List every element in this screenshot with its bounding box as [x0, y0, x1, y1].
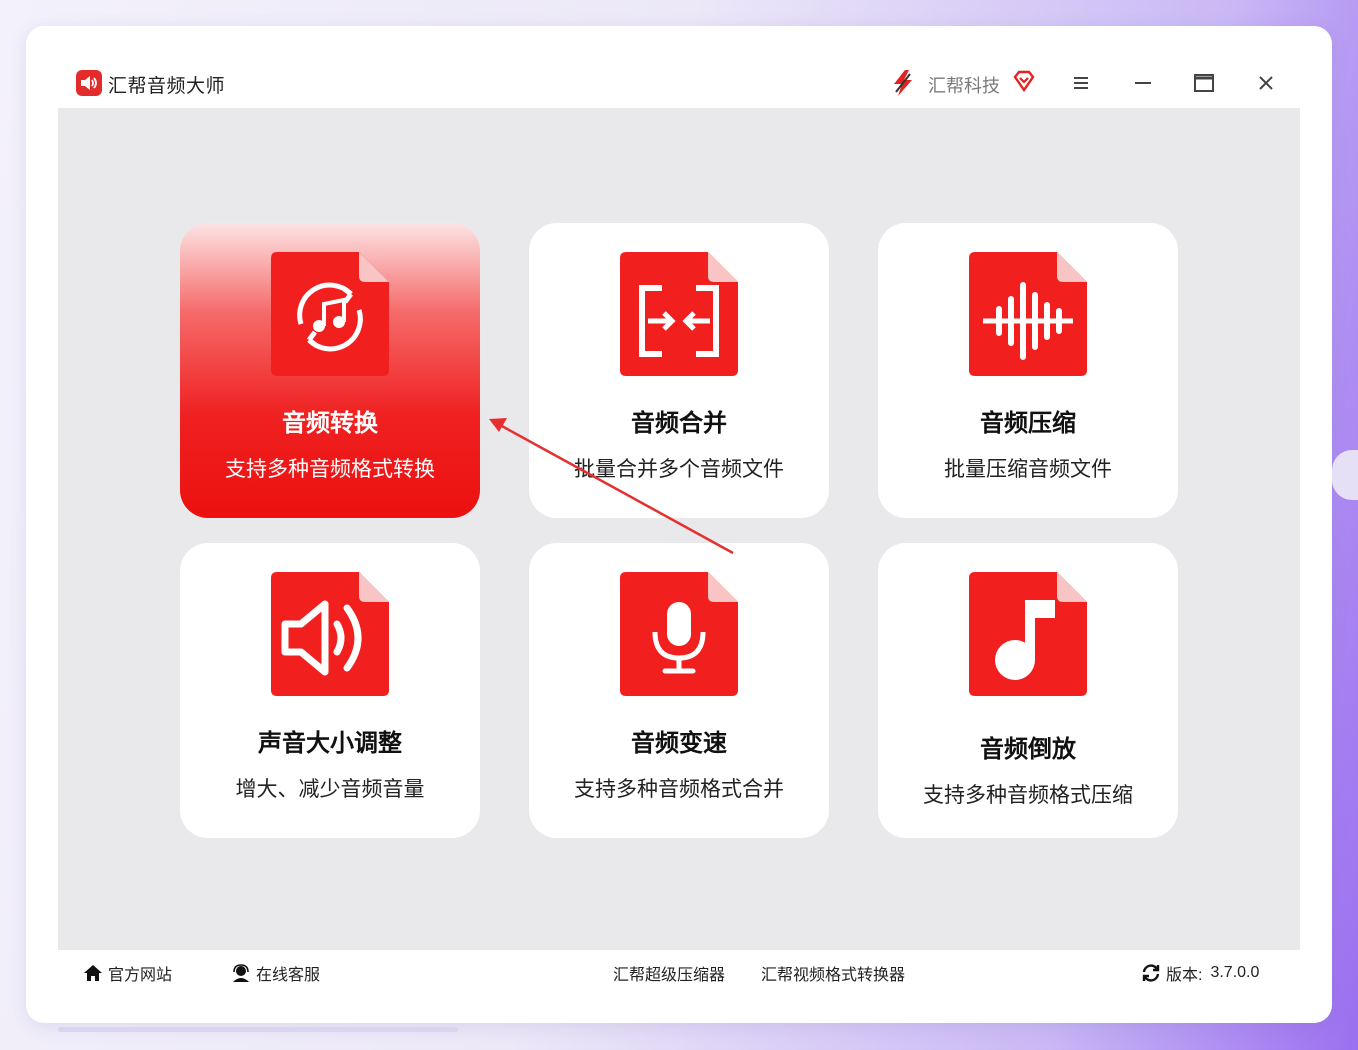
customer-service-icon — [233, 964, 249, 982]
tool-description: 增大、减少音频音量 — [235, 778, 425, 801]
tool-title: 音频倒放 — [980, 736, 1076, 763]
home-icon — [84, 965, 102, 981]
tool-card-audio-speed[interactable]: 音频变速 支持多种音频格式合并 — [529, 543, 829, 838]
audio-merge-icon — [620, 252, 738, 376]
title-bar: 汇帮音频大师 汇帮科技 — [58, 58, 1300, 108]
tool-card-volume-adjust[interactable]: 声音大小调整 增大、减少音频音量 — [180, 543, 480, 838]
tool-description: 支持多种音频格式转换 — [225, 458, 435, 481]
brand-name: 汇帮科技 — [928, 76, 1000, 96]
tool-description: 批量合并多个音频文件 — [574, 458, 784, 481]
music-note-icon — [969, 572, 1087, 696]
official-website-label: 官方网站 — [108, 967, 173, 984]
tool-title: 音频转换 — [282, 410, 378, 437]
app-title: 汇帮音频大师 — [108, 76, 226, 97]
video-converter-label: 汇帮视频格式转换器 — [761, 967, 906, 984]
diamond-vip-icon[interactable] — [1012, 69, 1036, 93]
volume-adjust-icon — [271, 572, 389, 696]
tool-card-audio-reverse[interactable]: 音频倒放 支持多种音频格式压缩 — [878, 543, 1178, 838]
version-label: 版本: — [1166, 967, 1203, 984]
tool-description: 支持多种音频格式合并 — [574, 778, 784, 801]
super-compressor-label: 汇帮超级压缩器 — [613, 967, 726, 984]
audio-convert-icon — [271, 252, 389, 376]
tool-grid-area: 音频转换 支持多种音频格式转换 音频合并 批量合并多个音频文件 音频压缩 批量压… — [58, 108, 1300, 950]
tool-title: 音频压缩 — [980, 410, 1076, 437]
super-compressor-link[interactable]: 汇帮超级压缩器 — [613, 961, 725, 985]
maximize-icon[interactable] — [1191, 70, 1217, 96]
minimize-icon[interactable] — [1130, 70, 1156, 96]
version-info[interactable]: 版本: 3.7.0.0 — [1140, 961, 1259, 985]
tool-description: 批量压缩音频文件 — [944, 458, 1112, 481]
audio-compress-icon — [969, 252, 1087, 376]
taskbar-scroll-indicator — [58, 1027, 458, 1032]
lightning-logo-icon — [894, 70, 912, 96]
app-window: 汇帮音频大师 汇帮科技 音频转换 支持多种音频格式转换 音频合并 批量合并多个音… — [58, 58, 1300, 994]
video-converter-link[interactable]: 汇帮视频格式转换器 — [761, 961, 905, 985]
close-icon[interactable] — [1253, 70, 1279, 96]
status-bar: 官方网站 在线客服 汇帮超级压缩器 汇帮视频格式转换器 版本: 3.7.0.0 — [58, 950, 1300, 994]
hamburger-menu-icon[interactable] — [1068, 70, 1094, 96]
online-support-label: 在线客服 — [256, 967, 321, 984]
tool-card-audio-convert[interactable]: 音频转换 支持多种音频格式转换 — [180, 223, 480, 518]
tool-description: 支持多种音频格式压缩 — [923, 784, 1133, 807]
tool-title: 音频合并 — [631, 410, 727, 437]
tool-card-audio-merge[interactable]: 音频合并 批量合并多个音频文件 — [529, 223, 829, 518]
side-panel-tab — [1332, 450, 1358, 500]
speaker-icon — [76, 70, 102, 96]
tool-title: 声音大小调整 — [258, 730, 402, 757]
microphone-speed-icon — [620, 572, 738, 696]
refresh-icon — [1142, 964, 1160, 982]
version-number: 3.7.0.0 — [1210, 964, 1260, 981]
tool-card-audio-compress[interactable]: 音频压缩 批量压缩音频文件 — [878, 223, 1178, 518]
official-website-link[interactable]: 官方网站 — [82, 961, 172, 985]
online-support-link[interactable]: 在线客服 — [230, 961, 320, 985]
tool-title: 音频变速 — [631, 730, 727, 757]
